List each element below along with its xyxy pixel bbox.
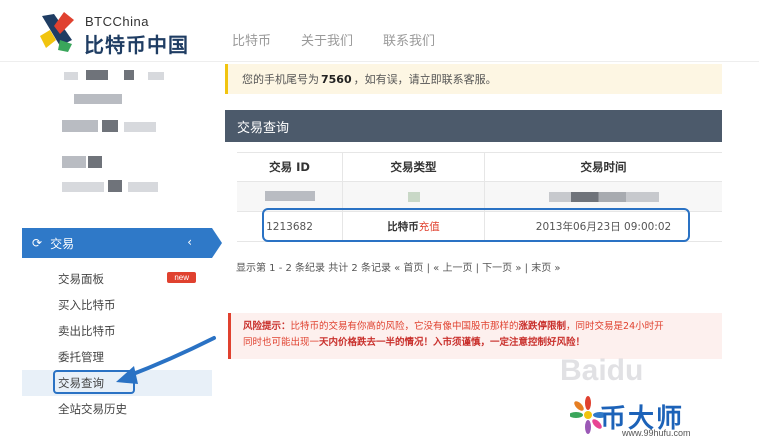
- blurred-info: [88, 156, 102, 168]
- blurred-info: [64, 72, 78, 80]
- blurred-info: [86, 70, 108, 80]
- sidebar-item-buy-bitcoin[interactable]: 买入比特币: [22, 292, 212, 318]
- refresh-icon: ⟳: [32, 236, 43, 250]
- top-nav: 比特币 关于我们 联系我们: [232, 30, 435, 49]
- panel-title: 交易查询: [225, 110, 722, 142]
- logo-text-big: 比特币中国: [84, 33, 189, 57]
- nav-bitcoin[interactable]: 比特币: [232, 30, 271, 49]
- url-watermark: www.99hufu.com: [622, 428, 691, 438]
- nav-contact-us[interactable]: 联系我们: [383, 30, 435, 49]
- risk-text-2: 同时也可能出现一: [243, 337, 320, 348]
- blurred-info: [62, 120, 98, 132]
- trade-table: 交易 ID 交易类型 交易时间 1213682 比特币 充值 2013年06月23…: [237, 152, 722, 242]
- sidebar-item-label: 交易面板: [58, 272, 104, 286]
- sidebar-item-label: 委托管理: [58, 350, 104, 364]
- chevron-left-icon: ‹: [187, 235, 192, 249]
- blurred-cell: [342, 182, 484, 211]
- top-header: BTCChina 比特币中国 比特币 关于我们 联系我们: [0, 0, 759, 62]
- trade-time-cell: 2013年06月23日 09:00:02: [484, 212, 722, 241]
- risk-warning: 风险提示：比特币的交易有你高的风险，它没有像中国股市那样的涨跌停限制，同时交易是…: [228, 313, 722, 359]
- sidebar-menu: 交易面板 new 买入比特币 卖出比特币 委托管理 交易查询 全站交易历史: [22, 266, 212, 422]
- sidebar-item-label: 交易查询: [58, 376, 104, 390]
- risk-line-1: 风险提示：比特币的交易有你高的风险，它没有像中国股市那样的涨跌停限制，同时交易是…: [243, 319, 722, 335]
- phone-tail: 7560: [321, 72, 352, 86]
- risk-tail-1: ，同时交易是24小时开: [566, 321, 664, 332]
- risk-line-2: 同时也可能出现一天内价格跌去一半的情况！入市须谨慎，一定注意控制好风险！: [243, 335, 722, 351]
- blurred-info: [74, 94, 122, 104]
- blurred-info: [102, 120, 118, 132]
- table-row[interactable]: 1213682 比特币 充值 2013年06月23日 09:00:02: [237, 212, 722, 242]
- risk-bold-1: 涨跌停限制: [518, 321, 567, 332]
- risk-text-1: 比特币的交易有你高的风险，它没有像中国股市那样的: [290, 321, 519, 332]
- sidebar-item-label: 买入比特币: [58, 298, 116, 312]
- table-header-row: 交易 ID 交易类型 交易时间: [237, 152, 722, 182]
- blurred-info: [128, 182, 158, 192]
- sidebar-section-trade[interactable]: ⟳ 交易 ‹: [22, 228, 212, 258]
- new-badge: new: [167, 272, 196, 283]
- blurred-info: [62, 182, 104, 192]
- sidebar-item-sell-bitcoin[interactable]: 卖出比特币: [22, 318, 212, 344]
- blurred-cell: [237, 190, 342, 204]
- sidebar-item-trade-query[interactable]: 交易查询: [22, 370, 212, 396]
- sidebar-item-trade-panel[interactable]: 交易面板 new: [22, 266, 212, 292]
- sidebar-item-site-trade-history[interactable]: 全站交易历史: [22, 396, 212, 422]
- trade-type-suffix: 充值: [418, 221, 440, 233]
- column-header-id: 交易 ID: [269, 160, 310, 174]
- pagination[interactable]: 显示第 1 - 2 条纪录 共计 2 条记录 « 首页 | « 上一页 | 下一…: [236, 259, 561, 274]
- notice-suffix: ，如有误，请立即联系客服。: [353, 73, 497, 86]
- sidebar-item-label: 全站交易历史: [58, 402, 127, 416]
- nav-about-us[interactable]: 关于我们: [301, 30, 353, 49]
- blurred-cell: [484, 182, 722, 211]
- sidebar-item-label: 卖出比特币: [58, 324, 116, 338]
- trade-type-main: 比特币: [387, 221, 419, 233]
- risk-bold-2: 天内价格跌去一半的情况！入市须谨慎，一定注意控制好风险！: [319, 337, 586, 348]
- blurred-info: [124, 70, 134, 80]
- trade-id-cell: 1213682: [266, 220, 313, 233]
- trade-type-cell: 比特币 充值: [342, 212, 484, 241]
- column-header-type: 交易类型: [342, 153, 484, 181]
- column-header-time: 交易时间: [484, 153, 722, 181]
- notice-prefix: 您的手机尾号为: [242, 73, 319, 86]
- table-row-blurred: [237, 182, 722, 212]
- blurred-info: [62, 156, 86, 168]
- section-pointer: [212, 228, 222, 258]
- trade-query-panel: 交易查询 交易 ID 交易类型 交易时间 1213682 比特币 充值 2013年…: [225, 110, 722, 246]
- phone-notice: 您的手机尾号为 7560 ，如有误，请立即联系客服。: [225, 64, 722, 94]
- blurred-info: [108, 180, 122, 192]
- baidu-watermark: Baidu: [560, 354, 644, 387]
- risk-label: 风险提示：: [243, 321, 291, 332]
- sidebar: ⟳ 交易 ‹ 交易面板 new 买入比特币 卖出比特币 委托管理 交易查询 全站…: [22, 62, 222, 443]
- sidebar-item-order-management[interactable]: 委托管理: [22, 344, 212, 370]
- logo-text-small: BTCChina: [85, 14, 149, 29]
- blurred-info: [124, 122, 156, 132]
- sidebar-section-title: 交易: [50, 236, 75, 251]
- btcchina-logo-icon: [40, 12, 74, 52]
- blurred-info: [148, 72, 164, 80]
